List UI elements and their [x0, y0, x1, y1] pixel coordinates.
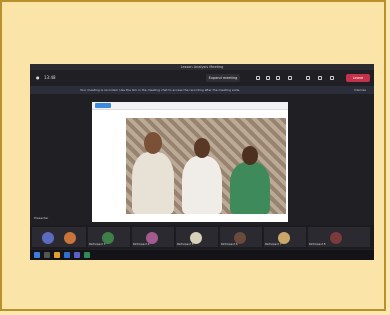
meeting-timer: 13:48: [44, 75, 56, 80]
app-icon[interactable]: [84, 252, 90, 258]
slide-frame: Lesson Analysis Meeting ● 13:48 Expand m…: [0, 0, 386, 311]
shared-photo: [126, 118, 286, 214]
recording-banner: Your meeting is recorded. Use the link i…: [30, 86, 374, 94]
participant-name: Participant 4: [133, 243, 150, 246]
recording-indicator-icon: ●: [36, 75, 40, 80]
search-icon[interactable]: [44, 252, 50, 258]
shared-screen-header: [92, 102, 288, 110]
recording-banner-text: Your meeting is recorded. Use the link i…: [80, 88, 241, 92]
participant-tile[interactable]: Participant 7: [264, 227, 306, 247]
person-middle-head: [194, 138, 210, 158]
participant-name: Participant 5: [177, 243, 194, 246]
participant-name: Participant 7: [265, 243, 282, 246]
teams-icon[interactable]: [74, 252, 80, 258]
self-view-label: Presenter: [34, 216, 49, 220]
participant-tile[interactable]: Participant 3: [88, 227, 130, 247]
shared-screen: [92, 102, 288, 222]
participant-tile[interactable]: Participant 5: [176, 227, 218, 247]
person-middle: [182, 156, 222, 214]
browser-icon[interactable]: [64, 252, 70, 258]
share-icon[interactable]: [330, 76, 334, 80]
expand-meeting-button[interactable]: Expand meeting: [206, 74, 240, 82]
os-taskbar: [30, 250, 374, 260]
avatar: [64, 232, 76, 244]
participant-name: Participant 8: [309, 243, 326, 246]
more-icon[interactable]: [288, 76, 292, 80]
start-icon[interactable]: [34, 252, 40, 258]
participant-strip: Participant 3 Participant 4 Participant …: [30, 225, 374, 249]
participant-tile[interactable]: Participant 8: [308, 227, 370, 247]
dismiss-button[interactable]: Dismiss: [354, 86, 366, 94]
chat-icon[interactable]: [256, 76, 260, 80]
participant-name: Participant 6: [221, 243, 238, 246]
camera-icon[interactable]: [306, 76, 310, 80]
react-icon[interactable]: [276, 76, 280, 80]
participant-tile[interactable]: [32, 227, 86, 247]
mic-icon[interactable]: [318, 76, 322, 80]
participant-name: Participant 3: [89, 243, 106, 246]
person-left: [132, 152, 174, 214]
person-right-head: [242, 146, 258, 165]
people-icon[interactable]: [266, 76, 270, 80]
meeting-toolbar: ● 13:48 Expand meeting Leave: [30, 70, 374, 86]
participant-tile[interactable]: Participant 4: [132, 227, 174, 247]
avatar: [330, 232, 342, 244]
leave-button[interactable]: Leave: [346, 74, 370, 82]
shared-tab: [95, 103, 111, 108]
avatar: [42, 232, 54, 244]
participant-tile[interactable]: Participant 6: [220, 227, 262, 247]
person-right: [230, 162, 270, 214]
person-left-head: [144, 132, 162, 154]
folder-icon[interactable]: [54, 252, 60, 258]
meeting-screenshot: Lesson Analysis Meeting ● 13:48 Expand m…: [30, 64, 374, 260]
